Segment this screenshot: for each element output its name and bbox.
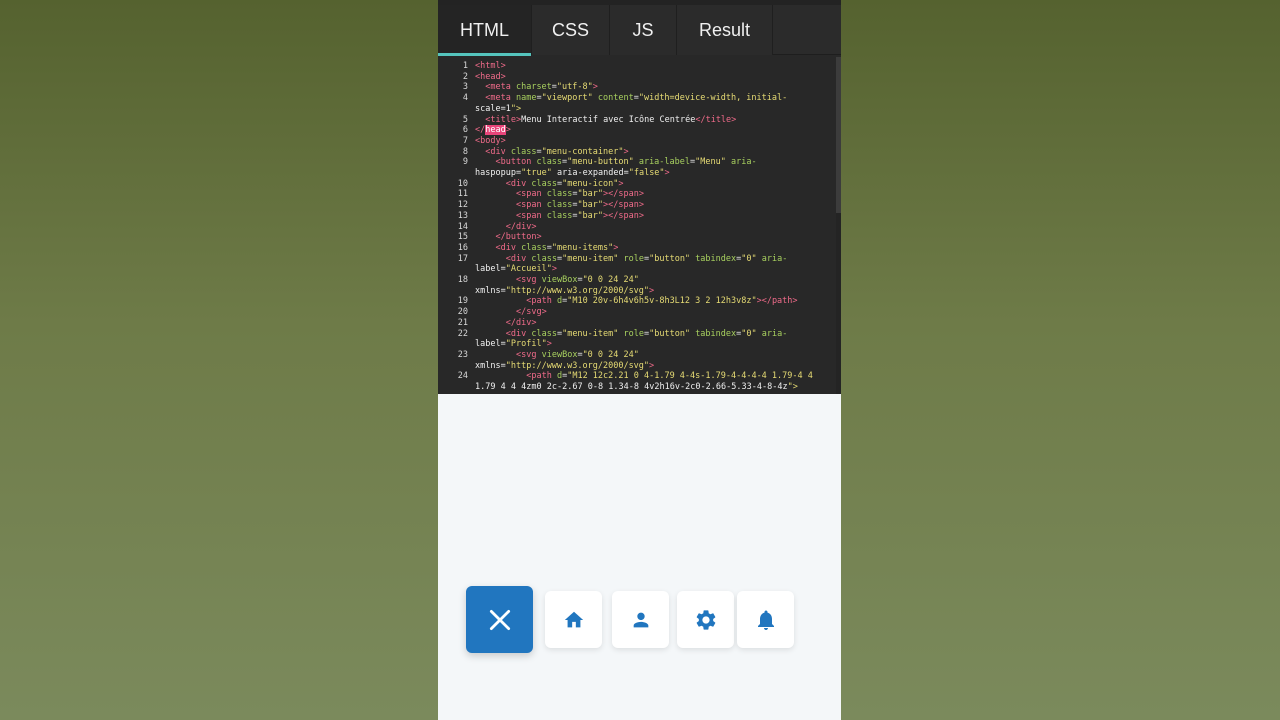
code-editor: HTML CSS JS Result 1 <html> 2 <head> 3 <meta… bbox=[438, 0, 841, 394]
bell-icon bbox=[757, 610, 774, 630]
line-number: 10 bbox=[457, 178, 468, 189]
phone-screen: HTML CSS JS Result 1 <html> 2 <head> 3 <meta… bbox=[438, 0, 841, 720]
tab-bar-filler bbox=[773, 5, 841, 54]
code-line: <body> bbox=[475, 135, 506, 146]
code-line: </div> bbox=[505, 221, 537, 232]
line-number: 8 bbox=[462, 146, 468, 157]
line-number: 12 bbox=[457, 200, 468, 211]
line-number: 4 bbox=[462, 93, 468, 104]
line-number: 18 bbox=[457, 275, 468, 285]
line-number: 13 bbox=[457, 210, 468, 221]
code-line: xmlns="http://www.w3.org/2000/svg"> bbox=[475, 360, 655, 371]
tab-css[interactable]: CSS bbox=[532, 5, 610, 55]
gear-icon bbox=[696, 609, 715, 630]
code-line: <head> bbox=[475, 71, 506, 82]
code-line: <svg viewBox="0 0 24 24" bbox=[516, 349, 639, 360]
code-line: <div class="menu-item" role="button" tab… bbox=[505, 328, 788, 339]
code-line: <span class="bar"></span> bbox=[516, 189, 644, 200]
editor-tabs: HTML CSS JS Result bbox=[438, 5, 841, 56]
line-number: 16 bbox=[457, 242, 468, 253]
line-number: 3 bbox=[462, 82, 468, 93]
line-number: 7 bbox=[462, 135, 468, 146]
user-icon bbox=[633, 612, 648, 627]
code-line: <meta charset="utf-8"> bbox=[485, 82, 598, 93]
code-line: <meta name="viewport" content="width=dev… bbox=[485, 93, 788, 104]
line-number: 23 bbox=[457, 349, 468, 360]
menu-item-home[interactable] bbox=[545, 591, 602, 648]
code-line: label="Accueil"> bbox=[475, 264, 557, 275]
menu-item-settings[interactable] bbox=[677, 591, 734, 648]
line-number: 5 bbox=[462, 114, 468, 125]
code-line: <span class="bar"></span> bbox=[516, 210, 644, 221]
line-number: 22 bbox=[457, 328, 468, 339]
tab-result[interactable]: Result bbox=[677, 5, 773, 55]
menu-item-notifications[interactable] bbox=[737, 591, 794, 648]
code-line: <svg viewBox="0 0 24 24" bbox=[516, 275, 639, 285]
code-line: <div class="menu-items"> bbox=[495, 242, 619, 253]
code-line: label="Profil"> bbox=[475, 339, 552, 350]
line-number: 24 bbox=[457, 371, 468, 382]
code-line: <path d="M10 20v-6h4v6h5v-8h3L12 3 2 12h… bbox=[526, 296, 798, 307]
scrollbar-thumb[interactable] bbox=[836, 57, 841, 213]
code-line: <div class="menu-icon"> bbox=[505, 178, 624, 189]
line-number: 20 bbox=[457, 307, 468, 318]
code-line: </svg> bbox=[516, 307, 547, 318]
line-number: 9 bbox=[462, 157, 468, 168]
home-icon bbox=[564, 611, 583, 627]
result-preview bbox=[438, 394, 841, 720]
code-line: <div class="menu-item" role="button" tab… bbox=[505, 253, 788, 264]
tab-html[interactable]: HTML bbox=[438, 5, 532, 56]
line-number: 14 bbox=[457, 221, 468, 232]
code-line: haspopup="true" aria-expanded="false"> bbox=[475, 168, 670, 178]
code-line: <button class="menu-button" aria-label="… bbox=[495, 157, 757, 168]
code-line: <title>Menu Interactif avec Icône Centré… bbox=[485, 114, 737, 125]
code-line: <div class="menu-container"> bbox=[485, 146, 629, 157]
code-line: </div> bbox=[505, 317, 537, 328]
code-line: xmlns="http://www.w3.org/2000/svg"> bbox=[475, 285, 655, 296]
line-number: 1 bbox=[462, 61, 468, 71]
line-number: 21 bbox=[457, 317, 468, 328]
code-line: </head> bbox=[475, 125, 511, 136]
menu-toggle-button[interactable] bbox=[466, 586, 533, 653]
code-line: <path d="M12 12c2.21 0 4-1.79 4-4s-1.79-… bbox=[526, 371, 813, 382]
code-line: </button> bbox=[495, 232, 542, 243]
line-number: 15 bbox=[457, 232, 468, 243]
code-line: <span class="bar"></span> bbox=[516, 200, 644, 211]
code-line: 1.79 4 4 4zm0 2c-2.67 0-8 1.34-8 4v2h16v… bbox=[475, 382, 798, 392]
close-icon bbox=[489, 609, 510, 630]
line-number: 2 bbox=[462, 71, 468, 82]
tab-js[interactable]: JS bbox=[610, 5, 677, 55]
line-number: 6 bbox=[462, 125, 468, 136]
menu-item-profile[interactable] bbox=[612, 591, 669, 648]
code-line: scale=1"> bbox=[475, 103, 522, 114]
line-number: 19 bbox=[457, 296, 468, 307]
line-number: 17 bbox=[457, 253, 468, 264]
code-line: <html> bbox=[475, 61, 506, 71]
line-number: 11 bbox=[457, 189, 468, 200]
